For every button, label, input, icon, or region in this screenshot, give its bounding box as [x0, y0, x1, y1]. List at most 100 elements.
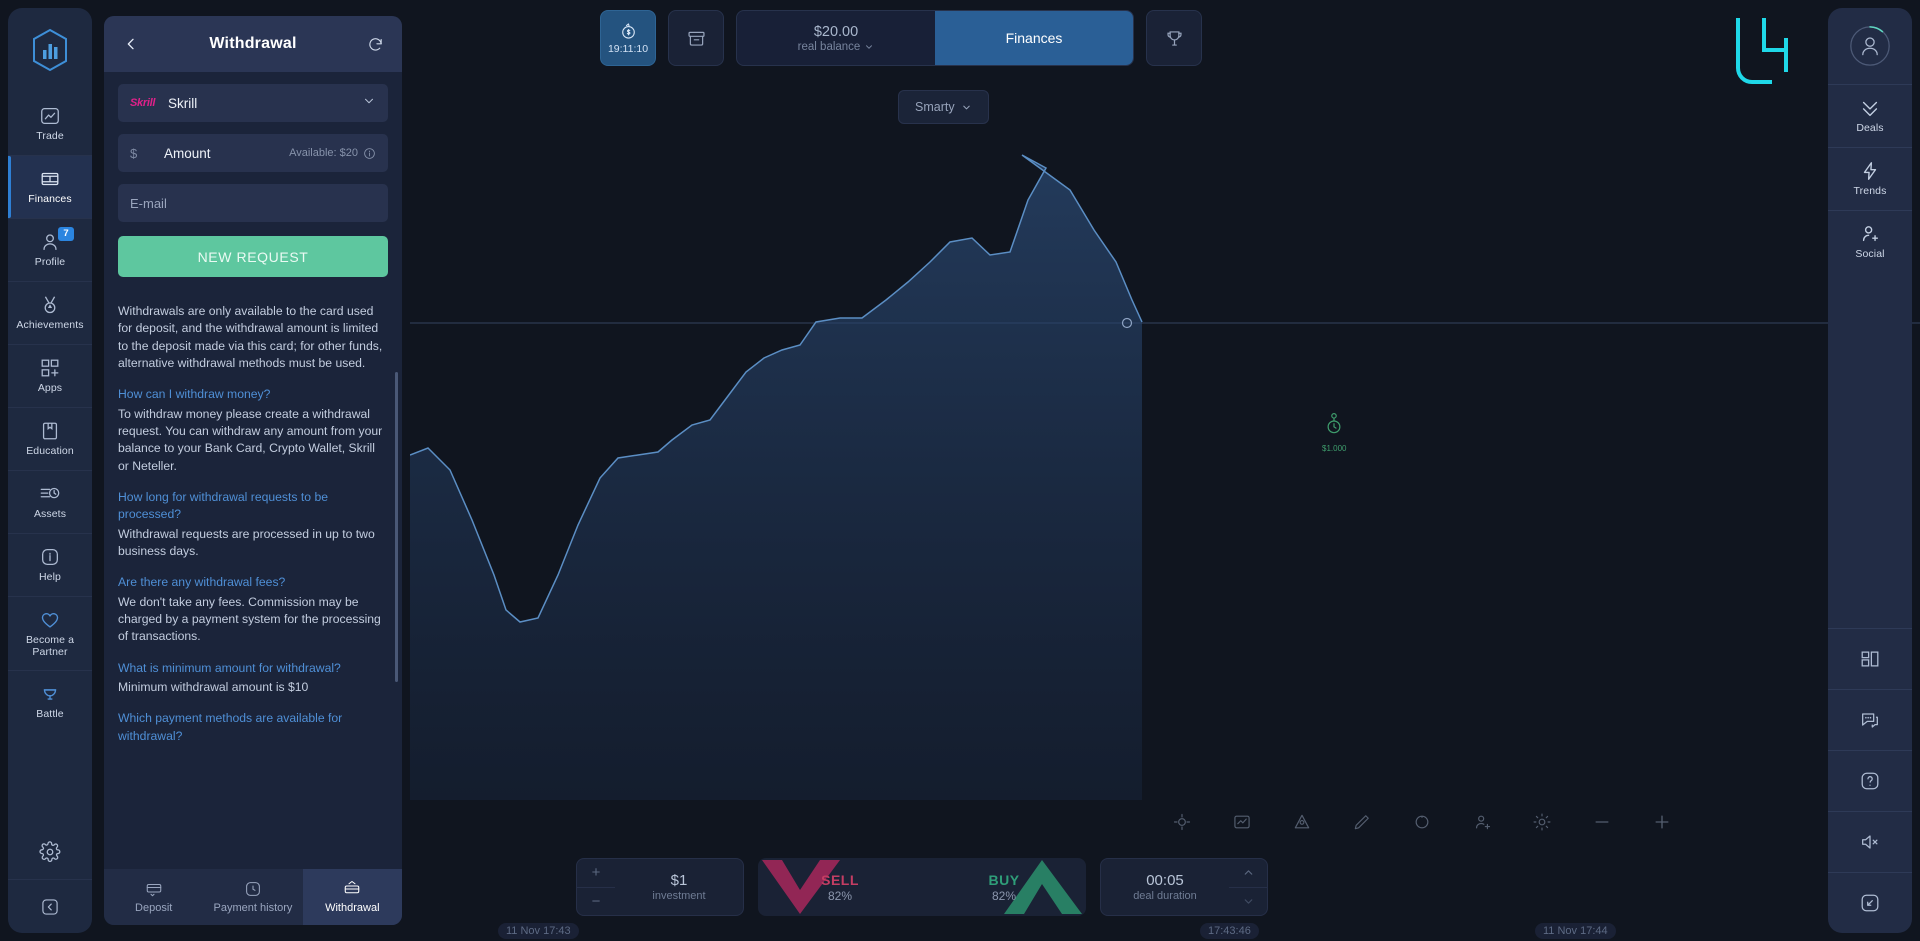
chevron-down-icon	[362, 94, 376, 113]
sidebar-item-finances[interactable]: Finances	[8, 155, 92, 218]
balance-label-text: real balance	[797, 40, 861, 53]
investment-increase-button[interactable]: +	[577, 859, 615, 888]
sell-button[interactable]: SELL 82%	[758, 858, 922, 916]
brightness-icon[interactable]	[1532, 812, 1552, 832]
refresh-button[interactable]	[362, 31, 388, 57]
sidebar-item-deals[interactable]: Deals	[1828, 84, 1912, 147]
faq-section: Withdrawals are only available to the ca…	[118, 303, 388, 745]
layout-button[interactable]	[1828, 628, 1912, 689]
price-chart[interactable]: $1.000 11 Nov 17:43 17:43:46 11 Nov 17:4…	[410, 0, 1920, 941]
settings-button[interactable]	[8, 825, 92, 879]
medal-icon	[39, 294, 61, 316]
pencil-icon[interactable]	[1352, 812, 1372, 832]
sound-mute-button[interactable]	[1828, 811, 1912, 872]
info-circle-icon	[39, 546, 61, 568]
duration-control: 00:05 deal duration	[1100, 858, 1268, 916]
duration-decrease-button[interactable]	[1229, 888, 1267, 916]
tab-withdrawal[interactable]: Withdrawal	[302, 869, 402, 925]
help-button[interactable]	[1828, 750, 1912, 811]
fullscreen-button[interactable]	[1828, 872, 1912, 933]
sidebar-item-become-a-partner[interactable]: Become a Partner	[8, 596, 92, 670]
investment-control: + − $1 investment	[576, 858, 744, 916]
tab-payment-history[interactable]: Payment history	[203, 869, 302, 925]
faq-question[interactable]: What is minimum amount for withdrawal?	[118, 660, 388, 677]
new-request-button[interactable]: NEW REQUEST	[118, 236, 388, 277]
sidebar-item-assets[interactable]: Assets	[8, 470, 92, 533]
sidebar-item-label: Assets	[33, 508, 67, 521]
amount-field[interactable]: $ Amount Available: $20	[118, 134, 388, 172]
sidebar-item-social[interactable]: Social	[1828, 210, 1912, 273]
faq-question[interactable]: Which payment methods are available for …	[118, 710, 388, 745]
faq-question[interactable]: Are there any withdrawal fees?	[118, 574, 388, 591]
finances-button[interactable]: Finances	[935, 11, 1133, 65]
app-logo[interactable]	[8, 8, 92, 92]
sidebar-item-trade[interactable]: Trade	[8, 92, 92, 155]
user-lines-icon[interactable]	[1472, 812, 1492, 832]
deposit-button[interactable]	[668, 10, 724, 66]
faq-answer: Withdrawal requests are processed in up …	[118, 526, 375, 558]
time-money-icon	[621, 22, 635, 39]
sidebar-item-label: Education	[26, 445, 74, 458]
right-sidebar: Deals Trends Social	[1828, 8, 1912, 933]
sell-label: SELL	[821, 871, 859, 888]
indicator-icon[interactable]	[1292, 812, 1312, 832]
tab-deposit[interactable]: Deposit	[104, 869, 203, 925]
deal-marker[interactable]: $1.000	[1322, 412, 1346, 453]
chart-timestamp: 11 Nov 17:44	[1535, 923, 1616, 939]
faq-question[interactable]: How long for withdrawal requests to be p…	[118, 489, 388, 524]
brand-logo	[1724, 14, 1804, 99]
smarty-dropdown[interactable]: Smarty	[898, 90, 989, 124]
sell-buy-control: SELL 82% BUY 82%	[758, 858, 1086, 916]
panel-scrollbar[interactable]	[395, 372, 398, 682]
skrill-logo: Skrill	[130, 97, 156, 109]
email-field[interactable]: E-mail	[118, 184, 388, 222]
shapes-icon[interactable]	[1412, 812, 1432, 832]
sidebar-item-trends[interactable]: Trends	[1828, 147, 1912, 210]
chart-timestamp: 17:43:46	[1200, 923, 1259, 939]
investment-value-box[interactable]: $1 investment	[615, 859, 743, 915]
duration-steppers	[1229, 859, 1267, 915]
gear-icon	[39, 841, 61, 863]
sidebar-item-education[interactable]: Education	[8, 407, 92, 470]
balance-selector[interactable]: $20.00 real balance	[737, 11, 935, 65]
faq-question[interactable]: How can I withdraw money?	[118, 386, 388, 403]
crosshair-icon[interactable]	[1172, 812, 1192, 832]
user-avatar-ring	[1850, 26, 1890, 66]
info-icon	[364, 147, 375, 159]
chevron-up-icon	[1244, 870, 1252, 875]
page-title: Withdrawal	[209, 35, 297, 52]
duration-value-box[interactable]: 00:05 deal duration	[1101, 859, 1229, 915]
investment-decrease-button[interactable]: −	[577, 888, 615, 916]
sidebar-item-battle[interactable]: Battle	[8, 670, 92, 733]
investment-steppers: + −	[577, 859, 615, 915]
profile-badge: 7	[58, 227, 74, 242]
sidebar-item-label: Battle	[36, 708, 64, 721]
sidebar-item-profile[interactable]: 7 Profile	[8, 218, 92, 281]
sound-muted-icon	[1862, 835, 1878, 849]
back-button[interactable]	[118, 31, 144, 57]
zoom-in-icon[interactable]	[1652, 812, 1672, 832]
zoom-out-icon[interactable]	[1592, 812, 1612, 832]
assets-clock-icon	[39, 483, 61, 505]
session-timer[interactable]: 19:11:10	[600, 10, 656, 66]
payment-method-select[interactable]: Skrill Skrill	[118, 84, 388, 122]
user-icon: 7	[39, 227, 74, 253]
duration-increase-button[interactable]	[1229, 859, 1267, 888]
balance-amount: $20.00	[813, 23, 859, 40]
chart-type-icon[interactable]	[1232, 812, 1252, 832]
chart-line-icon	[39, 105, 61, 127]
chat-button[interactable]	[1828, 689, 1912, 750]
card-icon	[146, 883, 161, 897]
balance-group: $20.00 real balance Finances	[736, 10, 1134, 66]
deals-chevrons-icon	[1859, 97, 1881, 119]
buy-button[interactable]: BUY 82%	[922, 858, 1086, 916]
duration-label: deal duration	[1133, 890, 1197, 902]
collapse-sidebar-button[interactable]	[8, 879, 92, 933]
chart-svg	[410, 154, 1920, 800]
avatar[interactable]	[1828, 8, 1912, 84]
tournaments-button[interactable]	[1146, 10, 1202, 66]
sidebar-item-apps[interactable]: Apps	[8, 344, 92, 407]
sidebar-item-label: Trade	[36, 129, 64, 142]
sidebar-item-achievements[interactable]: Achievements	[8, 281, 92, 344]
sidebar-item-help[interactable]: Help	[8, 533, 92, 596]
